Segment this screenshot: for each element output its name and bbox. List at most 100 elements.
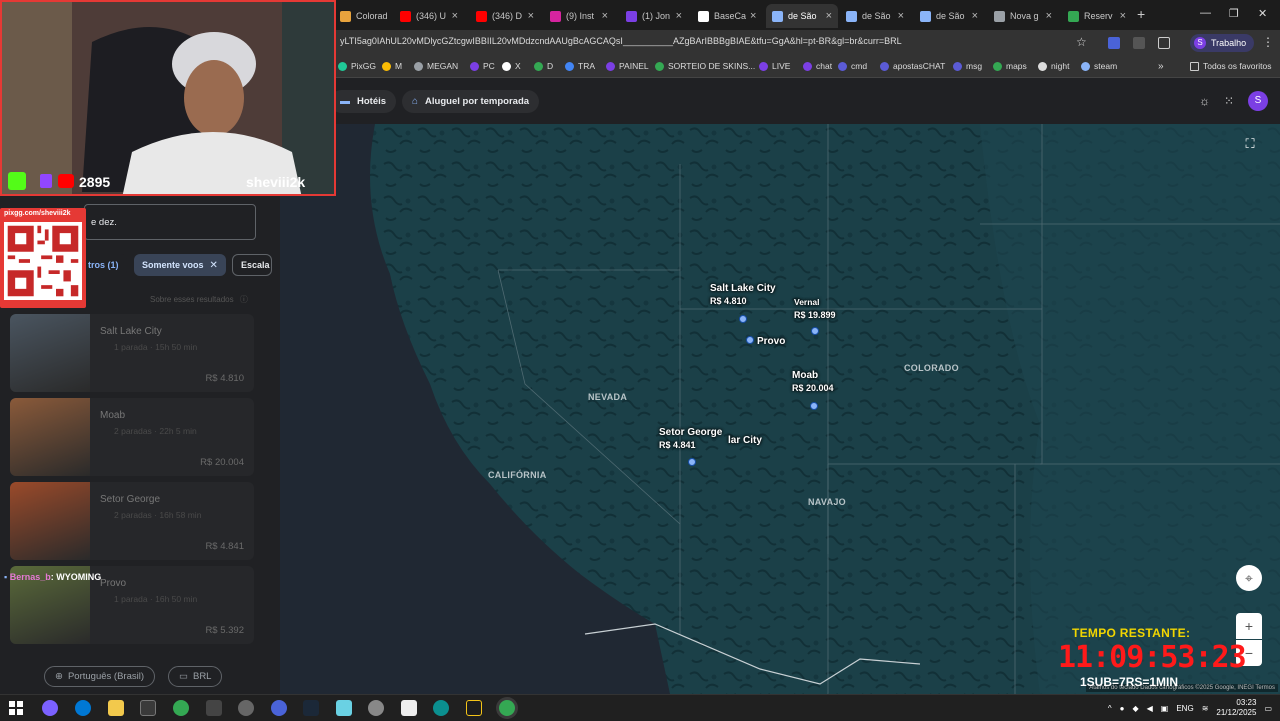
vacation-rentals-chip[interactable]: ⌂ Aluguel por temporada <box>402 90 540 113</box>
browser-tab[interactable]: Colorad× <box>334 4 390 28</box>
account-avatar[interactable]: S <box>1248 91 1268 111</box>
theme-icon[interactable]: ☼ <box>1199 94 1210 108</box>
bookmark-item[interactable]: cmd <box>838 61 867 71</box>
stops-chip[interactable]: Escala <box>232 254 272 276</box>
calculator-icon[interactable] <box>401 700 417 716</box>
bookmark-item[interactable]: SORTEIO DE SKINS... <box>655 61 755 71</box>
chrome-icon[interactable] <box>173 700 189 716</box>
new-tab-button[interactable]: + <box>1137 6 1145 22</box>
speaker-icon[interactable]: ◀ <box>1147 704 1153 713</box>
map-label-vernal[interactable]: Vernal R$ 19.899 <box>794 296 836 322</box>
browser-tab[interactable]: (346) U × <box>394 4 464 28</box>
close-tab-icon[interactable]: × <box>598 10 608 22</box>
destination-card[interactable]: Moab 2 paradas · 22h 5 min R$ 20.004 <box>10 398 254 476</box>
bookmark-star-icon[interactable]: ☆ <box>1076 35 1087 49</box>
url-field[interactable]: yLTI5ag0IAhUL20vMDlycGZtcgwIBBIIL20vMDdz… <box>340 36 902 46</box>
currency-button[interactable]: ▭ BRL <box>168 666 223 687</box>
only-flights-chip[interactable]: Somente voos ✕ <box>134 254 226 276</box>
map-pin-vernal[interactable] <box>811 327 819 335</box>
remove-filter-icon[interactable]: ✕ <box>210 260 218 271</box>
bookmark-item[interactable]: steam <box>1081 61 1117 71</box>
close-tab-icon[interactable]: × <box>822 10 832 22</box>
bookmark-item[interactable]: MEGAN <box>414 61 458 71</box>
maximize-button[interactable]: ❐ <box>1229 7 1239 20</box>
close-tab-icon[interactable]: × <box>746 10 756 22</box>
app-icon[interactable] <box>206 700 222 716</box>
map-pin-provo[interactable] <box>746 336 754 344</box>
zoom-in-button[interactable]: + <box>1236 613 1262 639</box>
clock[interactable]: 03:23 21/12/2025 <box>1216 698 1256 718</box>
close-tab-icon[interactable]: × <box>1116 10 1126 22</box>
notification-icon[interactable]: ▭ <box>1264 704 1272 713</box>
destination-card[interactable]: Setor George 2 paradas · 16h 58 min R$ 4.8… <box>10 482 254 560</box>
browser-tab[interactable]: Reserv × <box>1062 4 1132 28</box>
close-tab-icon[interactable]: × <box>672 10 682 22</box>
chrome-active-icon[interactable] <box>499 700 515 716</box>
dates-field[interactable]: e dez. <box>84 204 256 240</box>
close-tab-icon[interactable]: × <box>1042 10 1052 22</box>
profile-button[interactable]: S Trabalho <box>1190 34 1255 52</box>
map-pin-moab[interactable] <box>810 402 818 410</box>
file-explorer-icon[interactable] <box>108 700 124 716</box>
map-pin-setor-george[interactable] <box>688 458 696 466</box>
bookmark-item[interactable]: PC <box>470 61 495 71</box>
bookmark-item[interactable]: apostasCHAT <box>880 61 945 71</box>
extension-icon[interactable] <box>1133 37 1145 49</box>
bookmark-item[interactable]: PAINEL <box>606 61 649 71</box>
close-tab-icon[interactable]: × <box>524 10 534 22</box>
close-tab-icon[interactable]: × <box>448 10 458 22</box>
bookmark-item[interactable]: TRA <box>565 61 595 71</box>
map-label-setor-george[interactable]: Setor George R$ 4.841 <box>659 426 722 452</box>
bookmark-item[interactable]: PixGG <box>338 61 376 71</box>
close-window-button[interactable]: ✕ <box>1258 7 1267 20</box>
browser-tab[interactable]: de São × <box>840 4 910 28</box>
shield-icon[interactable]: ◆ <box>1132 704 1138 713</box>
hotels-chip[interactable]: ▬ Hotéis <box>330 90 397 113</box>
map-pin-salt-lake-city[interactable] <box>739 315 747 323</box>
copilot-icon[interactable] <box>42 700 58 716</box>
bookmark-item[interactable]: maps <box>993 61 1027 71</box>
bookmark-item[interactable]: LIVE <box>759 61 790 71</box>
close-tab-icon[interactable]: × <box>894 10 904 22</box>
browser-tab[interactable]: BaseCa × <box>692 4 762 28</box>
settings-gear-icon[interactable] <box>238 700 254 716</box>
map-label-cedar-city[interactable]: lar City <box>728 434 762 447</box>
extension-icon[interactable] <box>1108 37 1120 49</box>
map-label-salt-lake-city[interactable]: Salt Lake City R$ 4.810 <box>710 282 776 308</box>
language-button[interactable]: ⊕ Português (Brasil) <box>44 666 155 687</box>
app-icon[interactable] <box>466 700 482 716</box>
bookmark-item[interactable]: M <box>382 61 402 71</box>
minimize-button[interactable]: — <box>1200 7 1211 19</box>
extensions-puzzle-icon[interactable] <box>1158 37 1170 49</box>
browser-tab[interactable]: (1) Jon × <box>620 4 688 28</box>
store-icon[interactable] <box>140 700 156 716</box>
app-icon[interactable] <box>433 700 449 716</box>
app-icon[interactable] <box>271 700 287 716</box>
apps-grid-icon[interactable]: ⁙ <box>1224 94 1234 108</box>
bookmark-item[interactable]: msg <box>953 61 982 71</box>
close-tab-icon[interactable]: × <box>388 10 390 22</box>
browser-tab[interactable]: de São × <box>914 4 984 28</box>
browser-tab[interactable]: de São × <box>766 4 838 28</box>
browser-tab[interactable]: (346) D × <box>470 4 540 28</box>
my-location-icon[interactable]: ⌖ <box>1236 565 1262 591</box>
results-note[interactable]: Sobre esses resultados ⓘ <box>150 294 248 305</box>
tray-chevron-icon[interactable]: ^ <box>1108 704 1112 713</box>
steam-icon[interactable] <box>303 700 319 716</box>
windows-start-icon[interactable] <box>8 700 24 716</box>
browser-menu-icon[interactable]: ⋮ <box>1262 35 1274 49</box>
bookmark-item[interactable]: X <box>502 61 521 71</box>
wifi-icon[interactable]: ≋ <box>1202 704 1209 713</box>
close-tab-icon[interactable]: × <box>968 10 978 22</box>
browser-tab[interactable]: (9) Inst × <box>544 4 614 28</box>
app-icon[interactable] <box>336 700 352 716</box>
network-icon[interactable]: ▣ <box>1161 704 1169 713</box>
microphone-icon[interactable]: ● <box>1120 704 1125 713</box>
bookmark-item[interactable]: D <box>534 61 553 71</box>
destination-card[interactable]: Salt Lake City 1 parada · 15h 50 min R$ 4.… <box>10 314 254 392</box>
edge-icon[interactable] <box>75 700 91 716</box>
map-label-provo[interactable]: Provo <box>757 335 785 348</box>
fullscreen-icon[interactable]: ⛶ <box>1238 132 1262 156</box>
all-filters-chip[interactable]: tros (1) <box>84 254 127 276</box>
map-canvas[interactable]: NEVADA COLORADO CALIFÓRNIA NAVAJO Salt L… <box>280 124 1280 694</box>
